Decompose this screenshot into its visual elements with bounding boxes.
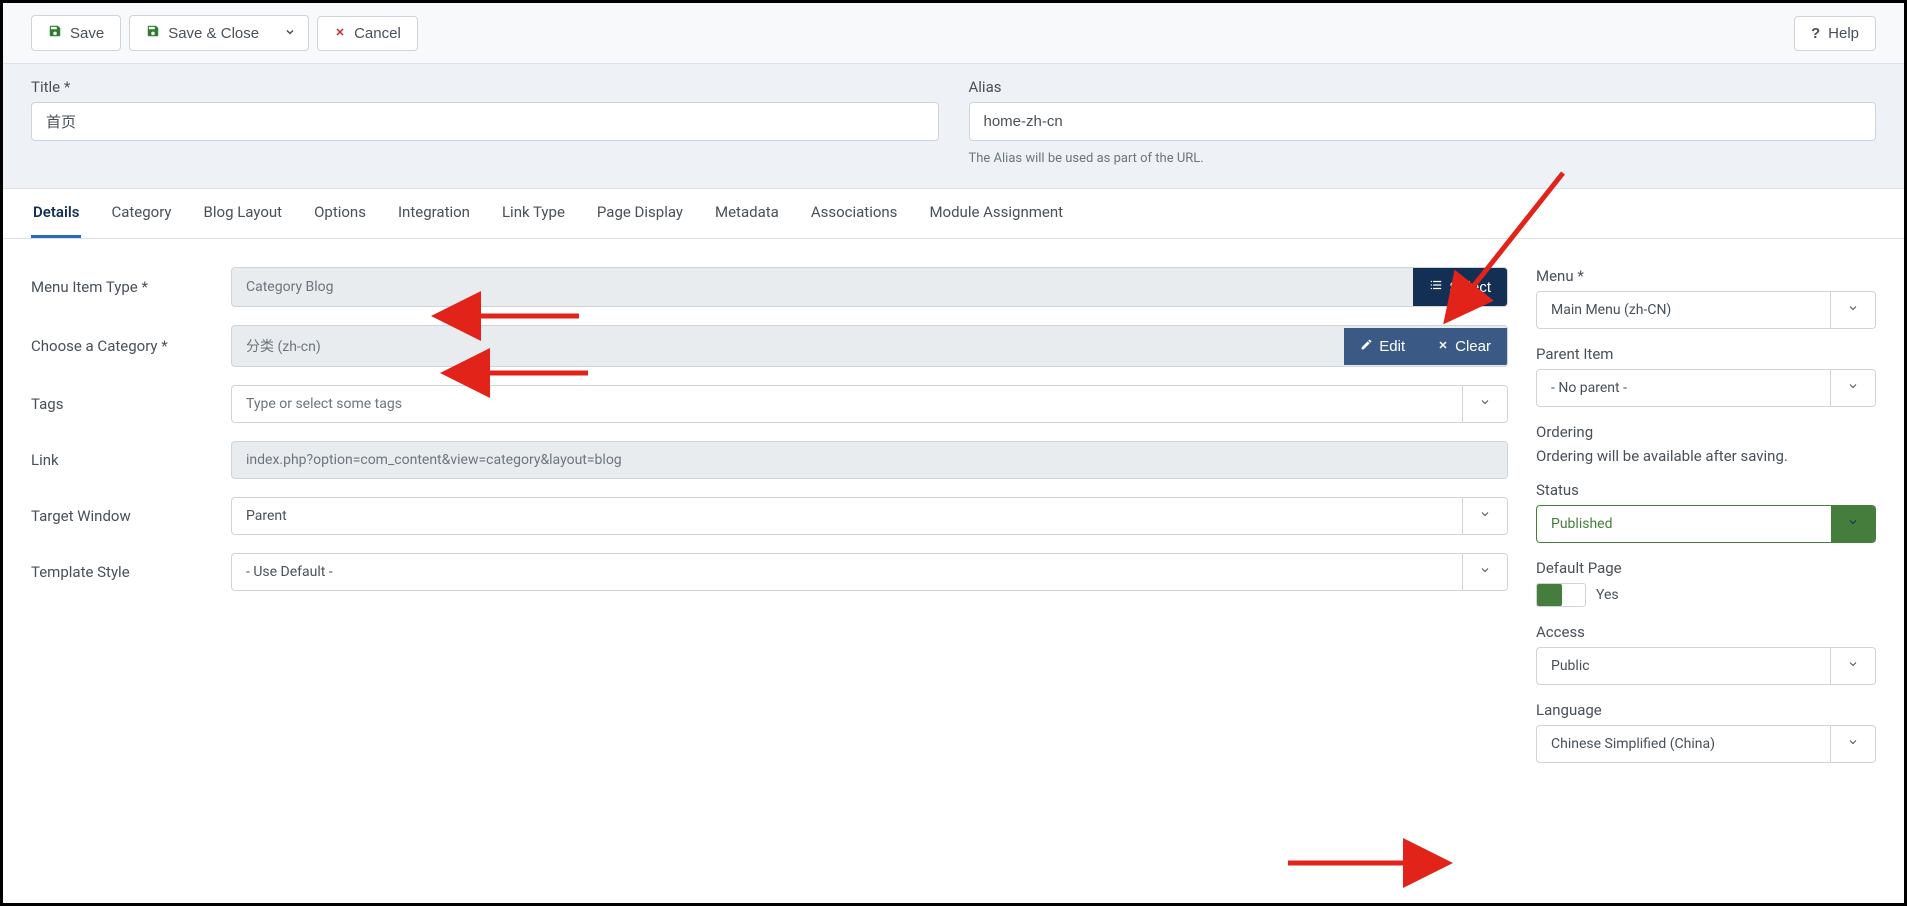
- category-label: Choose a Category *: [31, 337, 231, 355]
- clear-label: Clear: [1455, 338, 1491, 355]
- alias-hint: The Alias will be used as part of the UR…: [969, 151, 1877, 166]
- title-input[interactable]: [31, 102, 939, 141]
- menu-value: Main Menu (zh-CN): [1537, 292, 1830, 328]
- save-close-label: Save & Close: [168, 25, 259, 42]
- tab-page-display[interactable]: Page Display: [595, 189, 685, 238]
- parent-item-value: - No parent -: [1537, 370, 1830, 406]
- language-value: Chinese Simplified (China): [1537, 726, 1830, 762]
- tags-control[interactable]: Type or select some tags: [231, 385, 1508, 423]
- save-dropdown-button[interactable]: [272, 15, 309, 51]
- help-label: Help: [1828, 25, 1859, 42]
- default-page-value: Yes: [1596, 587, 1619, 603]
- access-label: Access: [1536, 623, 1876, 641]
- title-section: Title * Alias The Alias will be used as …: [3, 64, 1904, 189]
- list-icon: [1429, 278, 1443, 296]
- parent-item-select[interactable]: - No parent -: [1536, 369, 1876, 407]
- language-select[interactable]: Chinese Simplified (China): [1536, 725, 1876, 763]
- alias-input[interactable]: [969, 102, 1877, 141]
- save-icon: [48, 24, 62, 42]
- category-control: 分类 (zh-cn) Edit Clear: [231, 325, 1508, 367]
- template-style-select[interactable]: - Use Default -: [231, 553, 1508, 591]
- tab-associations[interactable]: Associations: [809, 189, 900, 238]
- title-label: Title *: [31, 78, 939, 96]
- link-control: index.php?option=com_content&view=catego…: [231, 441, 1508, 479]
- default-page-toggle[interactable]: [1536, 583, 1586, 607]
- category-value: 分类 (zh-cn): [232, 326, 1344, 366]
- pencil-icon: [1360, 338, 1373, 355]
- status-select[interactable]: Published: [1536, 505, 1876, 543]
- menu-select[interactable]: Main Menu (zh-CN): [1536, 291, 1876, 329]
- toolbar: Save Save & Close Cancel ? Help: [3, 3, 1904, 64]
- status-value: Published: [1537, 506, 1831, 542]
- details-content: Menu Item Type * Category Blog Select Ch…: [3, 239, 1904, 807]
- tags-placeholder: Type or select some tags: [232, 386, 1462, 422]
- tab-module-assignment[interactable]: Module Assignment: [927, 189, 1065, 238]
- access-select[interactable]: Public: [1536, 647, 1876, 685]
- parent-item-label: Parent Item: [1536, 345, 1876, 363]
- annotation-arrow: [1278, 848, 1428, 878]
- tab-metadata[interactable]: Metadata: [713, 189, 781, 238]
- chevron-down-icon[interactable]: [1830, 648, 1875, 684]
- save-button[interactable]: Save: [31, 15, 121, 51]
- menu-item-type-control: Category Blog Select: [231, 267, 1508, 307]
- tab-category[interactable]: Category: [109, 189, 173, 238]
- tabs-bar: Details Category Blog Layout Options Integra…: [3, 189, 1904, 239]
- default-page-label: Default Page: [1536, 559, 1876, 577]
- cancel-button[interactable]: Cancel: [317, 16, 418, 51]
- alias-label: Alias: [969, 78, 1877, 96]
- close-icon: [334, 25, 346, 42]
- template-style-label: Template Style: [31, 563, 231, 581]
- select-type-button[interactable]: Select: [1413, 268, 1507, 306]
- details-left-column: Menu Item Type * Category Blog Select Ch…: [31, 267, 1508, 779]
- details-right-column: Menu * Main Menu (zh-CN) Parent Item - N…: [1536, 267, 1876, 779]
- target-window-select[interactable]: Parent: [231, 497, 1508, 535]
- tab-integration[interactable]: Integration: [396, 189, 472, 238]
- tab-blog-layout[interactable]: Blog Layout: [202, 189, 285, 238]
- help-icon: ?: [1811, 25, 1820, 42]
- chevron-down-icon[interactable]: [1831, 506, 1875, 542]
- edit-category-button[interactable]: Edit: [1344, 328, 1421, 365]
- save-label: Save: [70, 25, 104, 42]
- times-icon: [1437, 338, 1449, 355]
- cancel-label: Cancel: [354, 25, 401, 42]
- help-button[interactable]: ? Help: [1794, 16, 1876, 51]
- ordering-label: Ordering: [1536, 423, 1876, 441]
- select-label: Select: [1449, 279, 1491, 296]
- chevron-down-icon[interactable]: [1830, 292, 1875, 328]
- tags-label: Tags: [31, 395, 231, 413]
- chevron-down-icon[interactable]: [1462, 498, 1507, 534]
- ordering-hint: Ordering will be available after saving.: [1536, 447, 1876, 465]
- chevron-down-icon[interactable]: [1830, 370, 1875, 406]
- tab-options[interactable]: Options: [312, 189, 368, 238]
- link-label: Link: [31, 451, 231, 469]
- save-close-button[interactable]: Save & Close: [129, 15, 276, 51]
- menu-item-type-label: Menu Item Type *: [31, 278, 231, 296]
- menu-item-type-value: Category Blog: [232, 269, 1413, 305]
- chevron-down-icon[interactable]: [1462, 386, 1507, 422]
- target-window-value: Parent: [232, 498, 1462, 534]
- template-style-value: - Use Default -: [232, 554, 1462, 590]
- language-label: Language: [1536, 701, 1876, 719]
- tab-link-type[interactable]: Link Type: [500, 189, 567, 238]
- edit-label: Edit: [1379, 338, 1405, 355]
- tab-details[interactable]: Details: [31, 189, 81, 238]
- target-window-label: Target Window: [31, 507, 231, 525]
- chevron-down-icon: [284, 26, 296, 41]
- chevron-down-icon[interactable]: [1462, 554, 1507, 590]
- status-label: Status: [1536, 481, 1876, 499]
- link-value: index.php?option=com_content&view=catego…: [232, 442, 1507, 478]
- menu-label: Menu *: [1536, 267, 1876, 285]
- chevron-down-icon[interactable]: [1830, 726, 1875, 762]
- save-icon: [146, 24, 160, 42]
- clear-category-button[interactable]: Clear: [1421, 328, 1507, 365]
- access-value: Public: [1537, 648, 1830, 684]
